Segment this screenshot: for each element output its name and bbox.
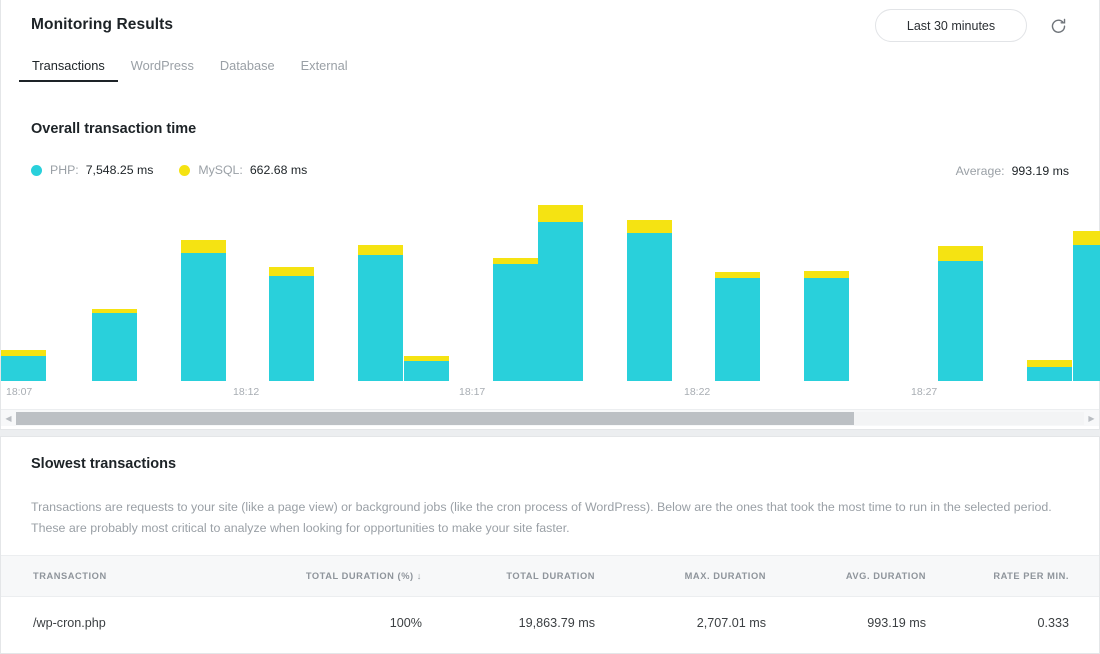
bar-stack[interactable] <box>493 258 538 381</box>
x-axis-tick-label: 18:27 <box>911 386 937 398</box>
bar-segment-mysql <box>181 240 226 253</box>
cell-total-duration-pct: 100% <box>301 597 456 650</box>
bar-segment-php <box>1027 367 1072 381</box>
average-value: 993.19 ms <box>1012 164 1069 178</box>
column-header-total-duration-pct[interactable]: TOTAL DURATION (%) ↓ <box>301 556 456 597</box>
bar-stack[interactable] <box>269 267 314 381</box>
bar-segment-php <box>938 261 983 381</box>
slowest-transactions-card: Slowest transactions Transactions are re… <box>0 436 1100 654</box>
bar-stack[interactable] <box>1073 231 1100 381</box>
tab-bar: Transactions WordPress Database External <box>1 58 1099 90</box>
chart-horizontal-scrollbar[interactable]: ◀ ▶ <box>1 409 1099 426</box>
page-title: Monitoring Results <box>31 16 173 34</box>
bar-segment-mysql <box>538 205 583 222</box>
bar-segment-php <box>627 233 672 381</box>
x-axis-tick-label: 18:12 <box>233 386 259 398</box>
bar-segment-mysql <box>804 271 849 278</box>
bar-segment-mysql <box>1073 231 1100 245</box>
cell-rate-per-min: 0.333 <box>961 597 1099 650</box>
bar-segment-php <box>92 313 137 381</box>
bar-segment-php <box>1073 245 1100 381</box>
table-body: /wp-cron.php 100% 19,863.79 ms 2,707.01 … <box>1 597 1099 650</box>
slowest-transactions-description: Transactions are requests to your site (… <box>31 497 1071 539</box>
x-axis-tick-label: 18:07 <box>6 386 32 398</box>
table-header-row: TRANSACTION TOTAL DURATION (%) ↓ TOTAL D… <box>1 556 1099 597</box>
bar-stack[interactable] <box>538 205 583 381</box>
bar-stack[interactable] <box>1027 360 1072 381</box>
table-header: TRANSACTION TOTAL DURATION (%) ↓ TOTAL D… <box>1 556 1099 597</box>
bar-segment-mysql <box>269 267 314 276</box>
bar-segment-php <box>538 222 583 381</box>
monitoring-page: Monitoring Results Last 30 minutes Trans… <box>0 0 1100 654</box>
chart-legend: PHP: 7,548.25 ms MySQL: 662.68 ms <box>31 163 333 177</box>
bar-segment-mysql <box>938 246 983 261</box>
column-header-transaction[interactable]: TRANSACTION <box>1 556 301 597</box>
legend-value-php: 7,548.25 ms <box>86 163 154 177</box>
column-header-total-duration[interactable]: TOTAL DURATION <box>456 556 641 597</box>
scrollbar-thumb[interactable] <box>16 412 854 425</box>
card-header: Monitoring Results Last 30 minutes <box>1 0 1099 55</box>
scroll-right-arrow-icon[interactable]: ▶ <box>1084 410 1099 427</box>
legend-item-php[interactable]: PHP: 7,548.25 ms <box>31 163 153 177</box>
transaction-time-bar-chart[interactable] <box>1 196 1099 381</box>
bar-stack[interactable] <box>92 309 137 381</box>
legend-value-mysql: 662.68 ms <box>250 163 307 177</box>
bar-segment-php <box>493 264 538 381</box>
bar-stack[interactable] <box>938 246 983 381</box>
refresh-button[interactable] <box>1047 14 1069 36</box>
cell-transaction[interactable]: /wp-cron.php <box>1 597 301 650</box>
slowest-transactions-table: TRANSACTION TOTAL DURATION (%) ↓ TOTAL D… <box>1 555 1099 649</box>
bar-segment-php <box>181 253 226 381</box>
bar-stack[interactable] <box>804 271 849 381</box>
scrollbar-track[interactable] <box>16 412 1084 425</box>
bar-stack[interactable] <box>404 356 449 381</box>
chart-x-axis: 18:07 18:12 18:17 18:22 18:27 <box>1 386 1099 402</box>
time-range-button[interactable]: Last 30 minutes <box>875 9 1027 42</box>
column-header-avg-duration[interactable]: AVG. DURATION <box>801 556 961 597</box>
legend-label-php: PHP: <box>50 163 79 177</box>
tab-external[interactable]: External <box>288 58 361 82</box>
refresh-icon <box>1050 17 1067 34</box>
average-label: Average: <box>956 164 1005 178</box>
average-readout: Average: 993.19 ms <box>956 164 1069 178</box>
bar-stack[interactable] <box>181 240 226 381</box>
x-axis-tick-label: 18:22 <box>684 386 710 398</box>
monitoring-results-card: Monitoring Results Last 30 minutes Trans… <box>0 0 1100 430</box>
cell-total-duration: 19,863.79 ms <box>456 597 641 650</box>
bar-stack[interactable] <box>358 245 403 381</box>
bar-segment-php <box>715 278 760 381</box>
bar-stack[interactable] <box>715 272 760 381</box>
bar-stack[interactable] <box>627 220 672 381</box>
table-row[interactable]: /wp-cron.php 100% 19,863.79 ms 2,707.01 … <box>1 597 1099 650</box>
chart-title: Overall transaction time <box>31 121 196 137</box>
bar-segment-php <box>358 255 403 381</box>
scroll-left-arrow-icon[interactable]: ◀ <box>1 410 16 427</box>
bar-segment-mysql <box>627 220 672 233</box>
column-header-rate-per-min[interactable]: RATE PER MIN. <box>961 556 1099 597</box>
bar-segment-php <box>804 278 849 381</box>
slowest-transactions-title: Slowest transactions <box>31 456 176 472</box>
legend-dot-icon-mysql <box>179 165 190 176</box>
tab-transactions[interactable]: Transactions <box>19 58 118 82</box>
tab-database[interactable]: Database <box>207 58 288 82</box>
legend-item-mysql[interactable]: MySQL: 662.68 ms <box>179 163 307 177</box>
cell-avg-duration: 993.19 ms <box>801 597 961 650</box>
tab-wordpress[interactable]: WordPress <box>118 58 207 82</box>
bar-segment-php <box>269 276 314 381</box>
legend-label-mysql: MySQL: <box>198 163 242 177</box>
bar-stack[interactable] <box>1 350 46 381</box>
bar-segment-php <box>1 356 46 381</box>
legend-dot-icon-php <box>31 165 42 176</box>
bar-segment-mysql <box>358 245 403 255</box>
bar-segment-php <box>404 361 449 381</box>
column-header-max-duration[interactable]: MAX. DURATION <box>641 556 801 597</box>
bar-segment-mysql <box>1027 360 1072 367</box>
x-axis-tick-label: 18:17 <box>459 386 485 398</box>
cell-max-duration: 2,707.01 ms <box>641 597 801 650</box>
